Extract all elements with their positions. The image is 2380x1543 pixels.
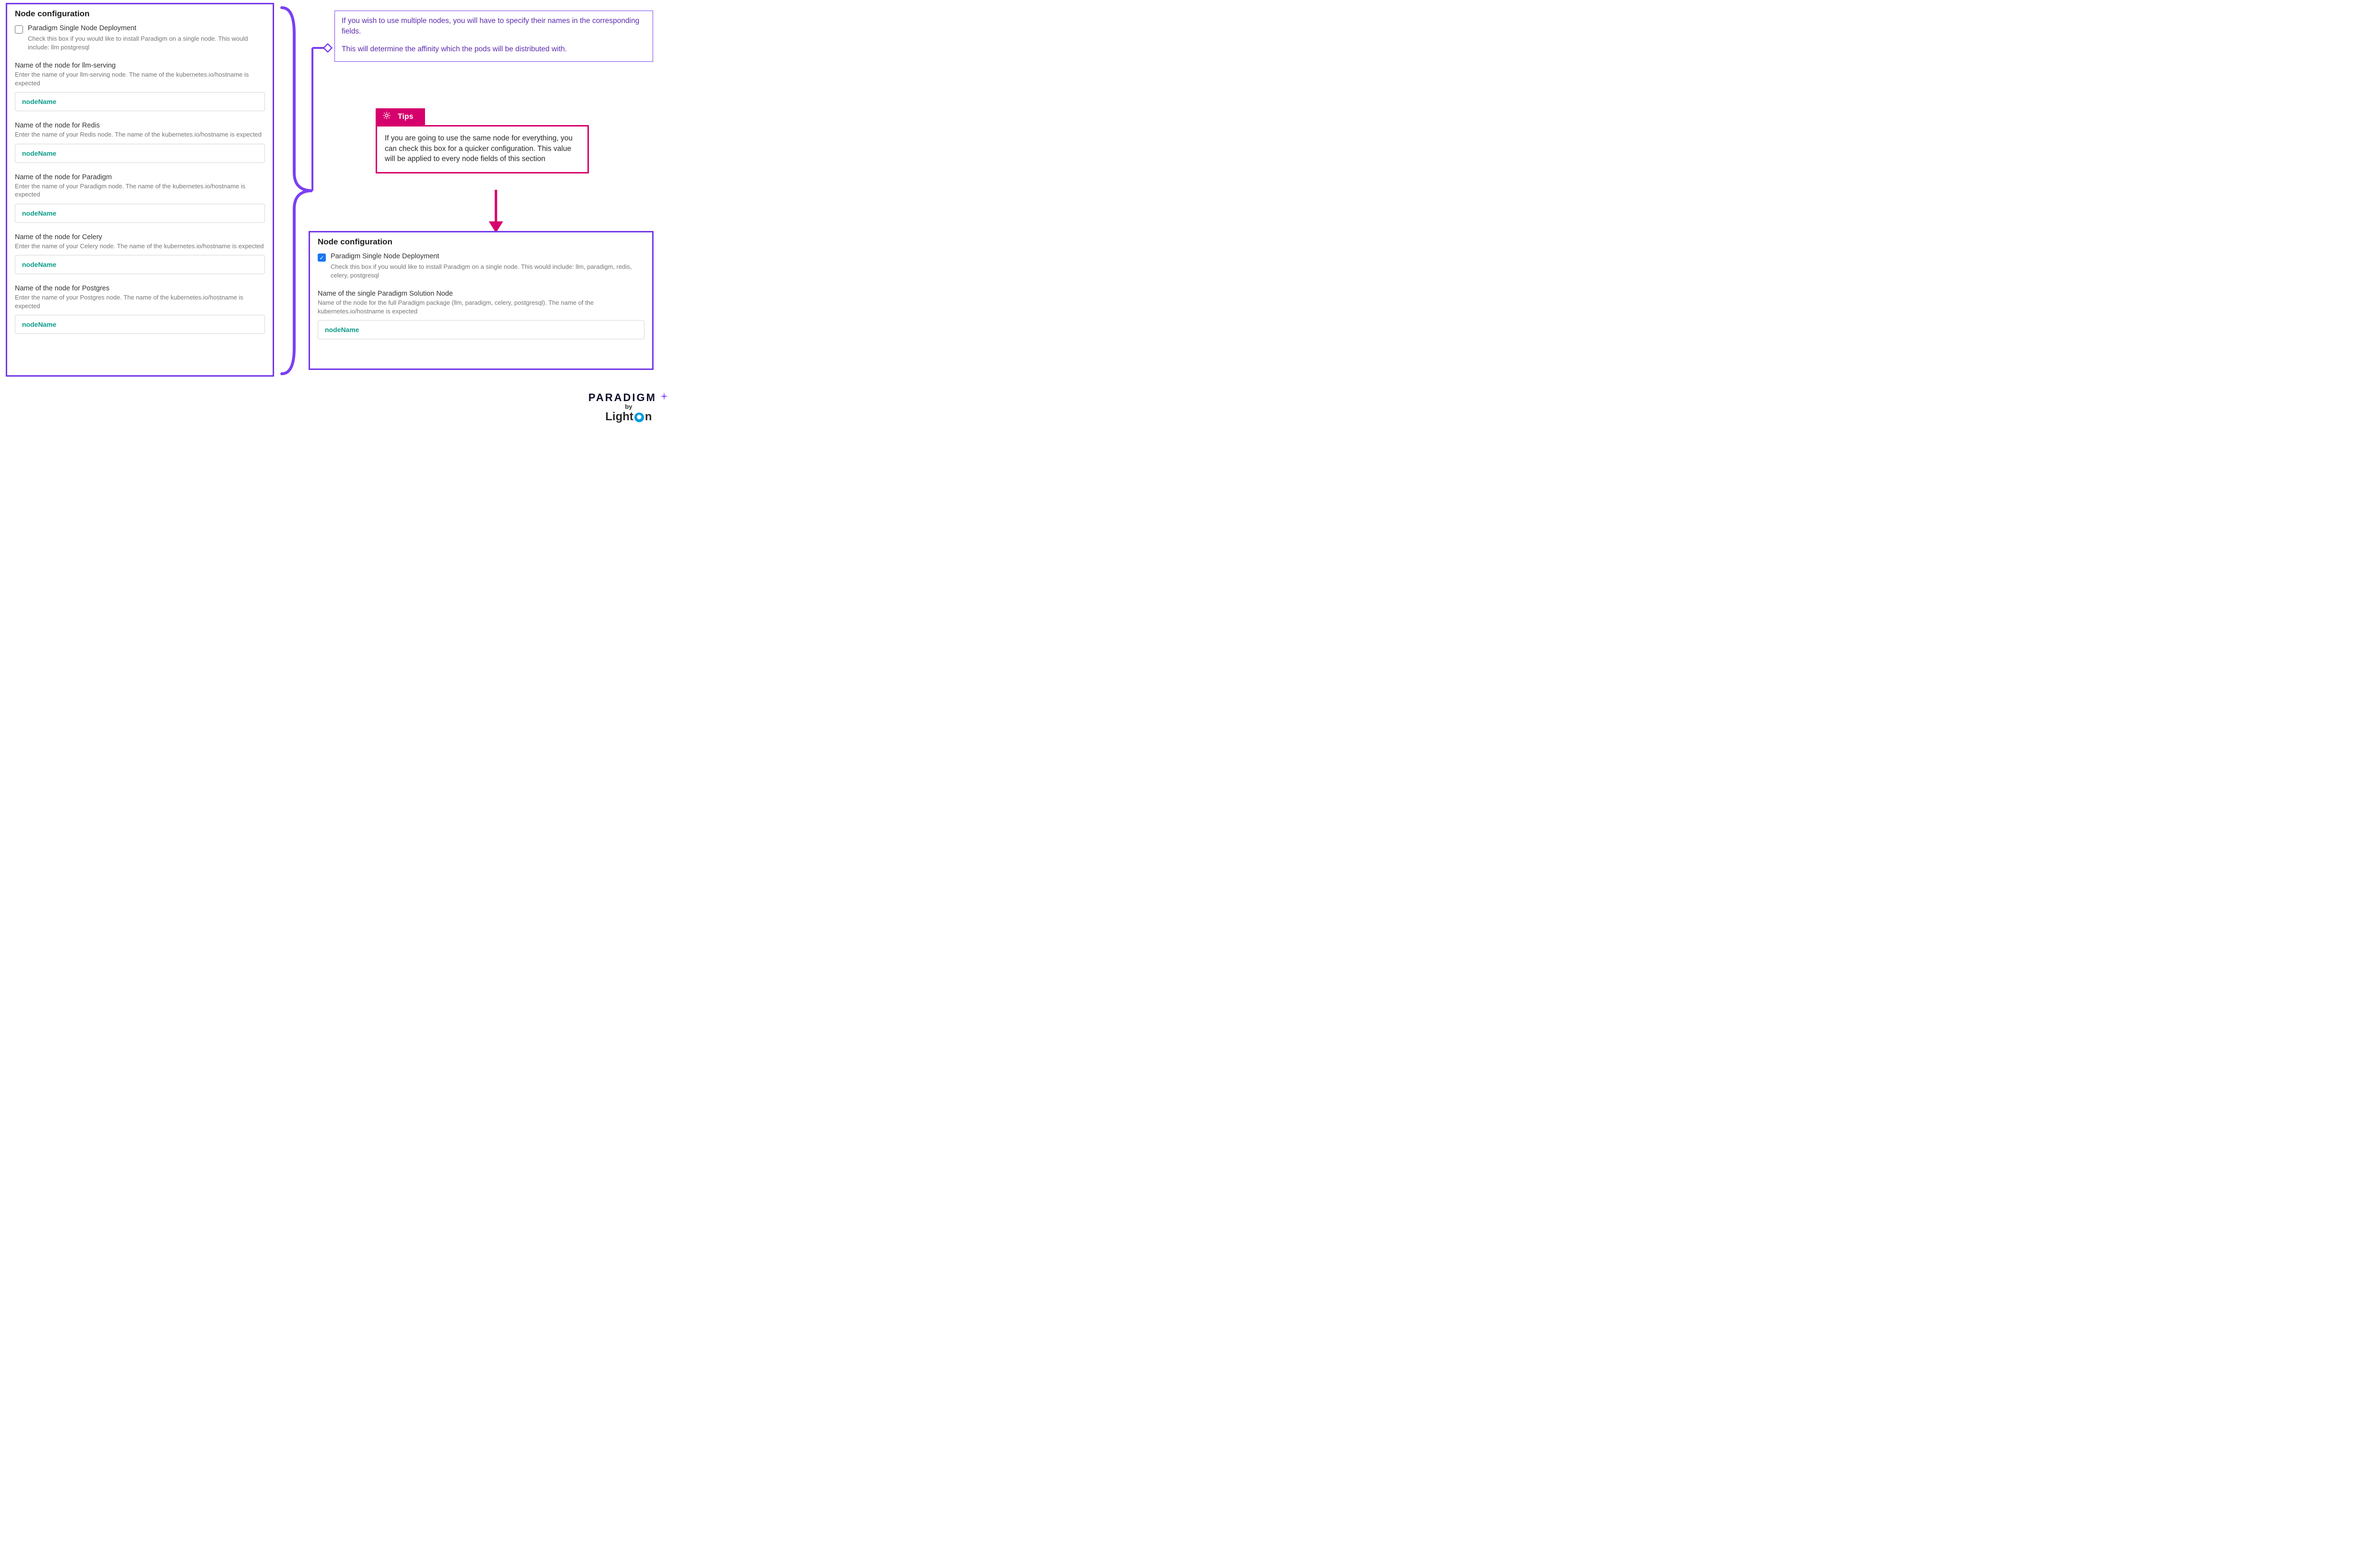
field-description: Enter the name of your llm-serving node.… [15,70,265,87]
node-name-input[interactable]: nodeName [15,315,265,334]
field-description: Enter the name of your Paradigm node. Th… [15,182,265,199]
panel-title: Node configuration [15,9,265,19]
field-description: Name of the node for the full Paradigm p… [318,299,644,315]
node-name-field: Name of the node for PostgresEnter the n… [15,285,265,334]
single-node-checkbox[interactable] [15,25,23,34]
single-node-checkbox-description: Check this box if you would like to inst… [331,263,644,279]
sparkle-icon [659,392,669,404]
single-node-checkbox[interactable]: ✓ [318,253,326,262]
node-name-field: Name of the node for RedisEnter the name… [15,122,265,163]
single-node-checkbox-row: ✓ Paradigm Single Node Deployment [318,253,644,262]
node-name-field: Name of the node for ParadigmEnter the n… [15,173,265,223]
tips-box: Tips If you are going to use the same no… [376,108,589,173]
logo-by-text: by [588,403,669,410]
field-label: Name of the node for llm-serving [15,62,265,69]
panel-title: Node configuration [318,237,644,247]
tips-title: Tips [398,113,414,121]
logo-paradigm-text: PARADIGM [588,392,656,404]
field-label: Name of the node for Paradigm [15,173,265,181]
node-name-field: Name of the node for CeleryEnter the nam… [15,233,265,275]
node-name-input[interactable]: nodeName [15,144,265,163]
single-node-checkbox-row: Paradigm Single Node Deployment [15,24,265,34]
single-node-name-field: Name of the single Paradigm Solution Nod… [318,290,644,339]
globe-icon: ✺ [634,413,644,422]
field-label: Name of the node for Celery [15,233,265,241]
single-node-checkbox-description: Check this box if you would like to inst… [28,35,265,51]
paradigm-lighton-logo: PARADIGM by Light✺n [588,392,669,424]
lightbulb-icon [382,111,391,122]
field-description: Enter the name of your Postgres node. Th… [15,293,265,310]
logo-lighton-text: Light✺n [588,410,669,424]
arrow-down-icon [479,190,513,234]
multi-node-callout: If you wish to use multiple nodes, you w… [334,11,653,62]
field-label: Name of the node for Redis [15,122,265,129]
tips-body: If you are going to use the same node fo… [376,125,589,173]
node-name-input[interactable]: nodeName [15,255,265,274]
node-name-input[interactable]: nodeName [15,92,265,111]
single-node-checkbox-label: Paradigm Single Node Deployment [331,253,439,260]
node-config-multi-panel: Node configuration Paradigm Single Node … [6,3,274,377]
field-description: Enter the name of your Celery node. The … [15,242,265,251]
callout-paragraph: This will determine the affinity which t… [342,44,646,55]
callout-paragraph: If you wish to use multiple nodes, you w… [342,16,646,37]
node-name-input[interactable]: nodeName [318,320,644,339]
tips-tab: Tips [376,108,425,125]
node-name-field: Name of the node for llm-servingEnter th… [15,62,265,111]
single-node-checkbox-label: Paradigm Single Node Deployment [28,24,137,32]
field-label: Name of the node for Postgres [15,285,265,292]
node-name-input[interactable]: nodeName [15,204,265,223]
node-config-single-panel: Node configuration ✓ Paradigm Single Nod… [309,231,654,370]
field-description: Enter the name of your Redis node. The n… [15,130,265,139]
field-label: Name of the single Paradigm Solution Nod… [318,290,644,298]
